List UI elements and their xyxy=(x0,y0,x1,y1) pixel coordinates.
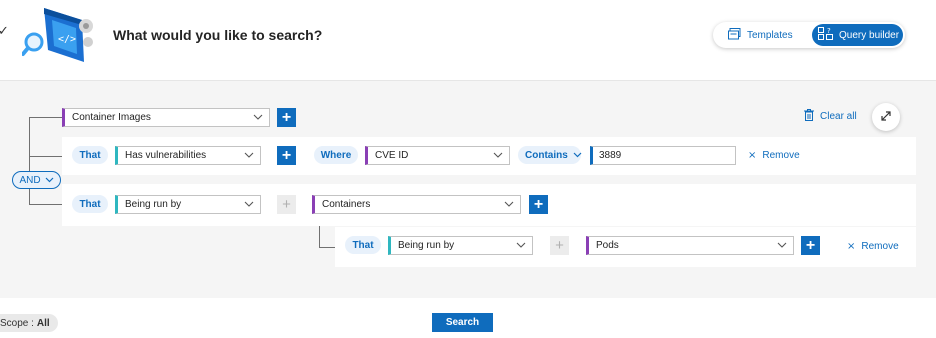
target-entity-value: Containers xyxy=(322,199,371,210)
clear-all-label: Clear all xyxy=(820,111,857,122)
search-button[interactable]: Search xyxy=(432,313,493,332)
query-builder-button[interactable]: ? Query builder xyxy=(812,24,903,46)
chevron-down-icon xyxy=(777,240,787,250)
expand-button[interactable] xyxy=(872,103,900,131)
chevron-down-icon xyxy=(253,112,263,122)
remove-label: Remove xyxy=(762,150,800,161)
logic-operator-label: AND xyxy=(19,174,41,186)
that-connector-badge: That xyxy=(72,195,108,213)
where-connector-badge: Where xyxy=(314,146,358,164)
tree-connector xyxy=(29,204,62,205)
filter-field-value: CVE ID xyxy=(375,150,409,161)
chevron-down-icon xyxy=(516,240,526,250)
chevron-down-icon xyxy=(244,150,254,160)
page-title: What would you like to search? xyxy=(113,27,323,43)
chevron-down-icon xyxy=(504,199,514,209)
plus-icon: + xyxy=(555,237,564,254)
expand-icon xyxy=(880,110,892,125)
target-entity-dropdown[interactable]: Pods xyxy=(586,236,794,255)
filter-field-dropdown[interactable]: CVE ID xyxy=(365,146,510,165)
svg-text:?: ? xyxy=(827,27,831,35)
add-condition-button[interactable]: + xyxy=(277,108,296,127)
collapse-chevron-icon[interactable]: ✓ xyxy=(0,24,9,39)
filter-operator-dropdown[interactable]: Contains xyxy=(518,146,582,164)
tree-connector xyxy=(319,226,320,248)
query-builder-label: Query builder xyxy=(839,29,900,41)
plus-icon: + xyxy=(281,146,292,164)
tree-connector xyxy=(29,117,30,205)
query-builder-icon: ? xyxy=(818,27,834,43)
add-nested-condition-button-disabled: + xyxy=(550,236,569,255)
close-icon: × xyxy=(847,241,856,252)
plus-icon: + xyxy=(281,108,292,126)
chevron-down-icon xyxy=(244,199,254,209)
templates-label: Templates xyxy=(747,29,793,41)
relation-dropdown[interactable]: Has vulnerabilities xyxy=(115,146,261,165)
target-entity-dropdown[interactable]: Containers xyxy=(312,195,521,214)
relation-value: Being run by xyxy=(398,240,455,251)
relation-dropdown[interactable]: Being run by xyxy=(115,195,261,214)
add-nested-condition-button[interactable]: + xyxy=(277,146,296,165)
templates-icon xyxy=(728,27,741,43)
filter-value-input[interactable]: 3889 xyxy=(590,146,736,165)
remove-condition-button[interactable]: × Remove xyxy=(847,241,899,252)
logic-operator-dropdown[interactable]: AND xyxy=(12,171,61,189)
scope-value: All xyxy=(36,317,50,329)
templates-button[interactable]: Templates xyxy=(716,25,806,45)
trash-icon xyxy=(804,109,814,124)
that-connector-badge: That xyxy=(345,236,381,254)
svg-text:</>: </> xyxy=(58,34,76,45)
close-icon: × xyxy=(748,150,757,161)
plus-icon: + xyxy=(282,196,291,213)
root-entity-dropdown[interactable]: Container Images xyxy=(62,108,270,127)
remove-label: Remove xyxy=(861,241,899,252)
tree-connector xyxy=(29,156,62,157)
scope-label: Scope : xyxy=(0,317,34,329)
chevron-down-icon xyxy=(493,150,503,160)
relation-dropdown[interactable]: Being run by xyxy=(388,236,533,255)
filter-value-text: 3889 xyxy=(599,150,622,161)
scope-badge[interactable]: Scope : All xyxy=(0,314,58,332)
chevron-down-icon xyxy=(45,175,54,186)
add-condition-button[interactable]: + xyxy=(529,195,548,214)
filter-operator-value: Contains xyxy=(525,149,568,161)
add-condition-button[interactable]: + xyxy=(801,236,820,255)
tree-connector xyxy=(29,117,62,118)
root-entity-value: Container Images xyxy=(72,112,151,123)
chevron-down-icon xyxy=(573,150,582,161)
add-nested-condition-button-disabled: + xyxy=(277,195,296,214)
clear-all-button[interactable]: Clear all xyxy=(804,109,857,124)
plus-icon: + xyxy=(533,195,544,213)
search-illustration-icon: </> xyxy=(21,6,100,66)
that-connector-badge: That xyxy=(72,146,108,164)
target-entity-value: Pods xyxy=(596,240,619,251)
relation-value: Being run by xyxy=(125,199,182,210)
plus-icon: + xyxy=(805,236,816,254)
relation-value: Has vulnerabilities xyxy=(125,150,207,161)
remove-condition-button[interactable]: × Remove xyxy=(748,150,800,161)
tree-connector xyxy=(319,247,335,248)
